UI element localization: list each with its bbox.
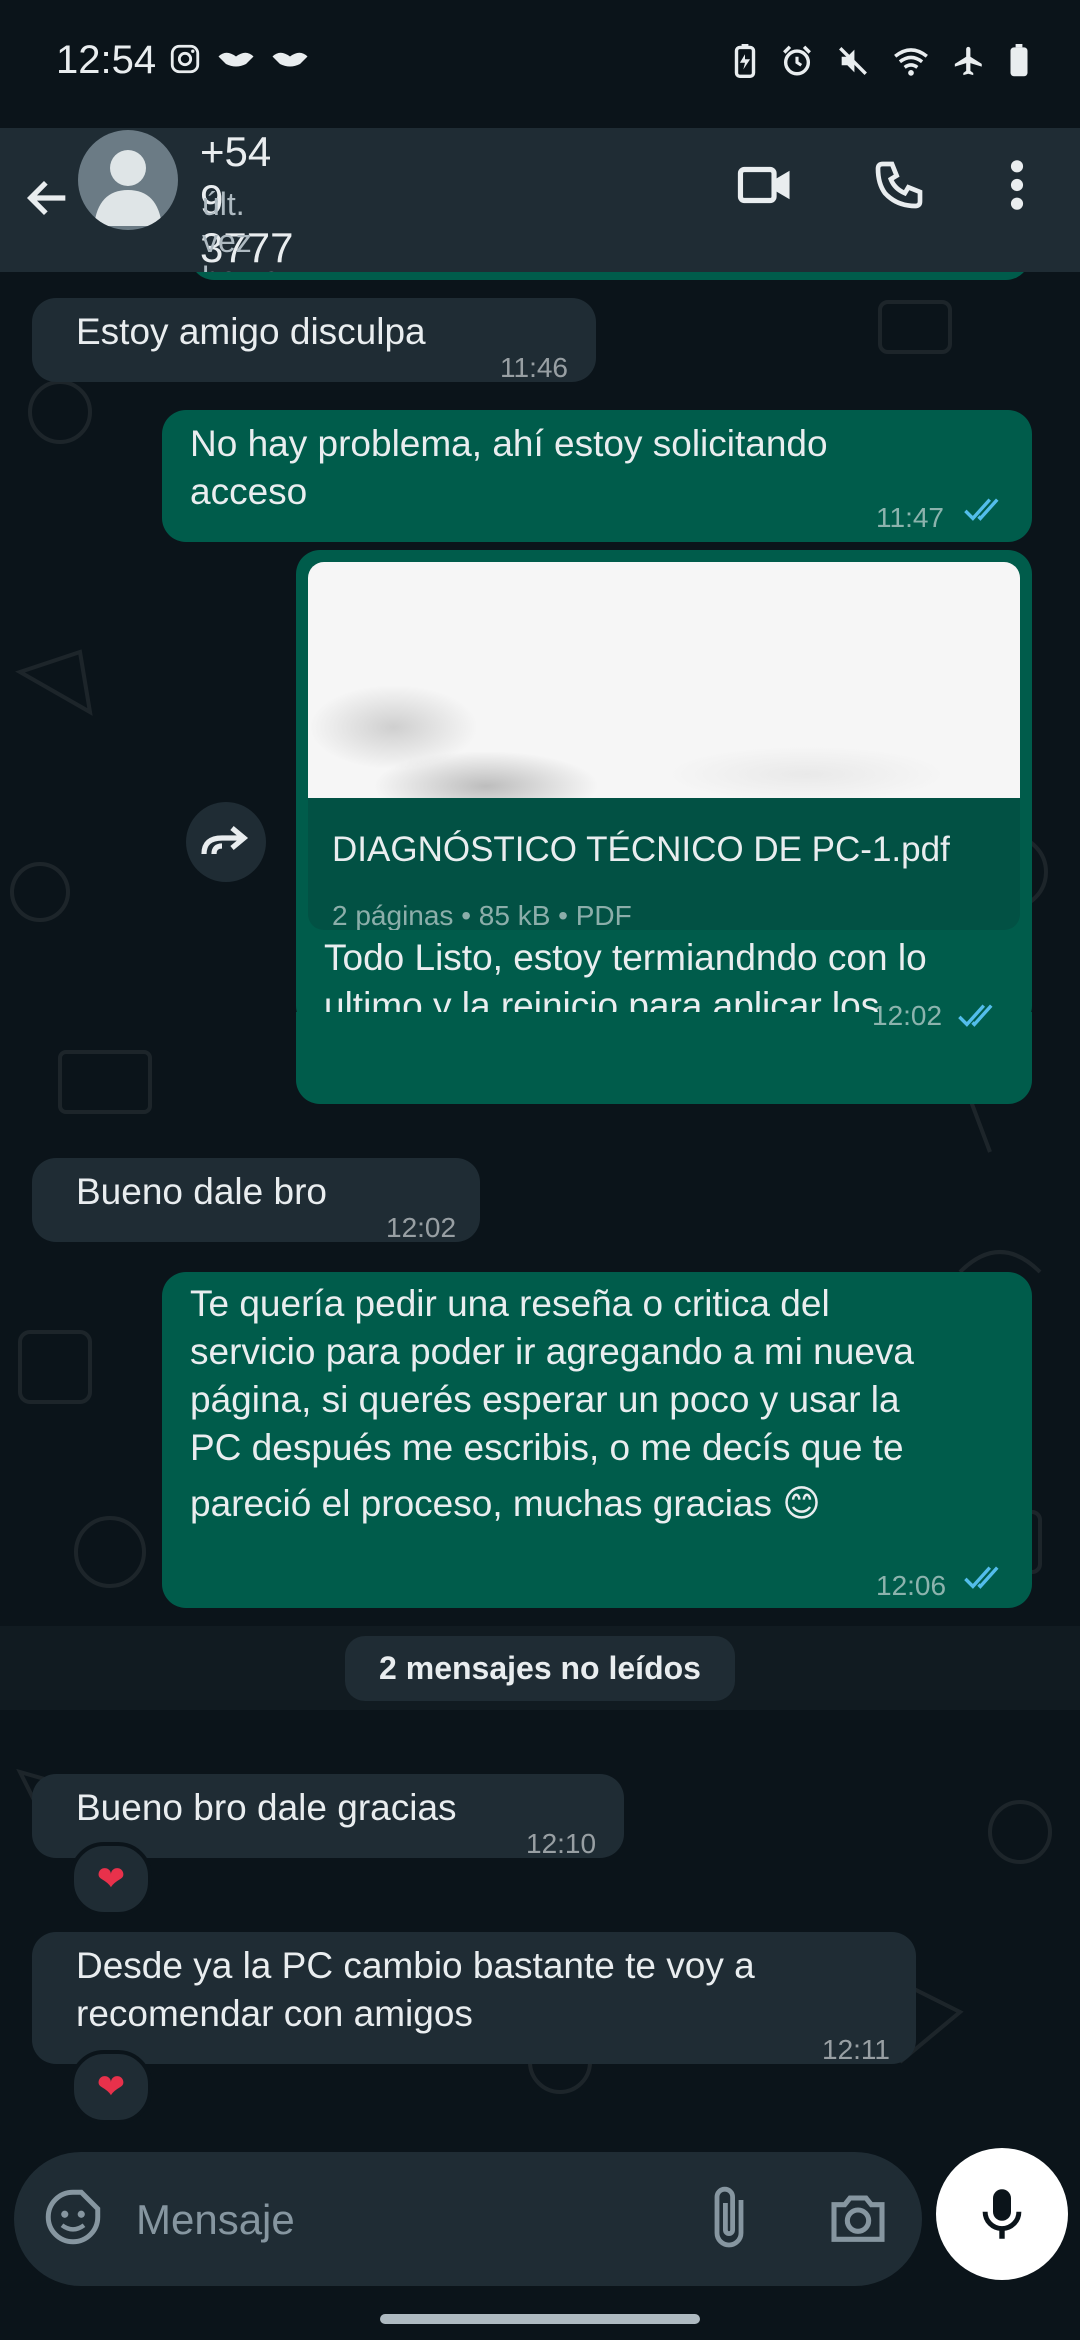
video-camera-icon [737,166,790,204]
attach-button[interactable] [706,2182,752,2259]
phone-icon [875,161,923,209]
message-time: 12:11 [822,2034,890,2065]
message-text-line: PC después me escribis, o me decís que t… [190,1427,904,1468]
previous-message-edge [190,272,1030,280]
more-options-button[interactable] [982,150,1052,220]
message-text: Estoy amigo disculpa [76,311,426,352]
read-receipt-icon [964,498,999,521]
message-text-line: acceso [190,471,308,512]
message-incoming[interactable]: Estoy amigo disculpa 11:46 [32,298,596,383]
message-text-line: página, si querés esperar un poco y usar… [190,1379,900,1420]
message-time: 12:02 [386,1212,457,1243]
mute-icon [839,47,867,75]
chat-area[interactable]: Estoy amigo disculpa 11:46 No hay proble… [0,272,1080,2152]
voice-message-button[interactable] [936,2148,1068,2280]
message-time: 11:47 [876,502,944,533]
message-outgoing-document[interactable]: DIAGNÓSTICO TÉCNICO DE PC-1.pdf 2 página… [296,550,1032,1074]
status-time: 12:54 [56,38,157,82]
heart-icon: ❤ [96,2068,126,2106]
reaction-badge[interactable]: ❤ [70,1842,152,1916]
message-text-line: pareció el proceso, muchas gracias 😊 [190,1483,821,1524]
sticker-emoji-button[interactable] [40,2184,106,2255]
message-time: 12:10 [526,1828,597,1859]
default-avatar-icon [94,150,162,226]
message-input-container [14,2152,922,2286]
message-time: 11:46 [500,352,568,383]
back-button[interactable] [18,158,78,238]
message-input[interactable] [134,2174,678,2266]
handshake-icon [218,52,254,67]
message-text-line: No hay problema, ahí estoy solicitando [190,423,828,464]
pdf-preview-thumbnail [308,562,1020,798]
message-incoming[interactable]: Bueno dale bro 12:02 [32,1158,480,1243]
message-text: Bueno bro dale gracias [76,1787,457,1828]
message-text: Bueno dale bro [76,1171,327,1212]
chat-header: +54 9 3777 62-9421 últ. vez hoy a las 12… [0,128,1080,370]
alarm-icon [783,45,811,76]
pdf-attachment[interactable]: DIAGNÓSTICO TÉCNICO DE PC-1.pdf 2 página… [308,562,1020,930]
message-outgoing[interactable]: No hay problema, ahí estoy solicitando a… [162,410,1032,542]
avatar[interactable] [78,130,178,230]
microphone-icon [982,2189,1022,2239]
camera-button[interactable] [826,2186,890,2255]
airplane-mode-icon [954,46,982,76]
status-bar: 12:54 [0,0,1080,128]
reaction-badge[interactable]: ❤ [70,2050,152,2124]
pdf-file-name: DIAGNÓSTICO TÉCNICO DE PC-1.pdf [332,830,950,869]
read-receipt-icon [964,1566,999,1589]
pdf-file-meta: 2 páginas • 85 kB • PDF [332,900,632,930]
message-text-line: Desde ya la PC cambio bastante te voy a [76,1945,755,1986]
message-text-line: Todo Listo, estoy termiandndo con lo [324,937,927,978]
message-text-line: servicio para poder ir agregando a mi nu… [190,1331,914,1372]
handshake-icon-2 [272,52,308,67]
arrow-back-icon [26,180,66,216]
message-composer [0,2148,1080,2340]
wifi-icon [894,48,928,76]
message-text-line: Te quería pedir una reseña o critica del [190,1283,830,1324]
instagram-icon [170,44,200,74]
unread-messages-divider: 2 mensajes no leídos [0,1626,1080,1710]
forward-button[interactable] [186,802,266,882]
battery-icon [1010,44,1028,77]
message-time: 12:06 [876,1570,947,1601]
paperclip-icon [714,2186,744,2248]
heart-icon: ❤ [96,1860,126,1898]
message-text-line: recomendar con amigos [76,1993,473,2034]
sticker-icon [45,2189,101,2245]
unread-count-label: 2 mensajes no leídos [345,1635,735,1701]
video-call-button[interactable] [730,150,800,220]
forward-arrow-icon [201,826,249,855]
message-incoming[interactable]: Desde ya la PC cambio bastante te voy a … [32,1932,916,2065]
read-receipt-icon [958,1004,993,1027]
gesture-nav-handle[interactable] [380,2314,700,2324]
camera-icon [831,2195,885,2242]
message-time: 12:02 [872,1000,943,1031]
voice-call-button[interactable] [864,150,934,220]
battery-saver-icon [734,44,756,78]
kebab-menu-icon [1010,160,1024,210]
message-outgoing[interactable]: Te quería pedir una reseña o critica del… [162,1272,1032,1608]
